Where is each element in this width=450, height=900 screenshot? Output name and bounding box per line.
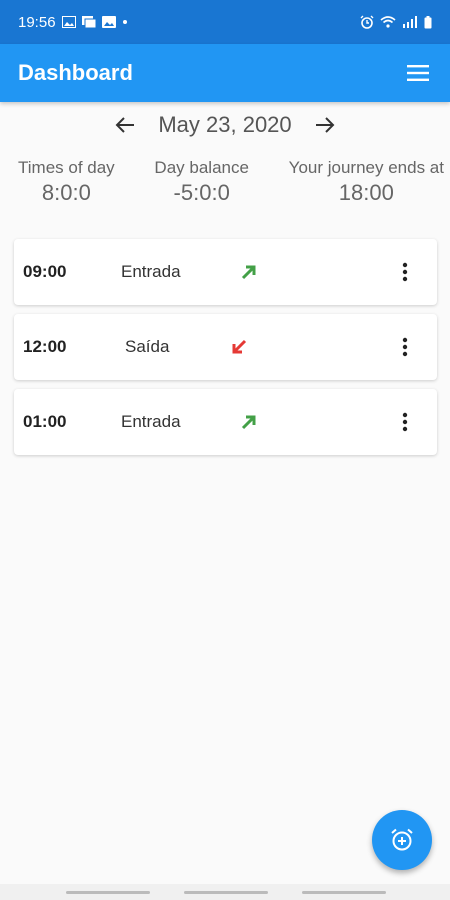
more-options-button[interactable] [395,333,415,361]
record-type: Entrada [121,412,181,431]
arrow-left-icon [115,117,135,133]
more-options-button[interactable] [395,258,415,286]
summary-value: -5:0:0 [173,180,230,205]
arrow-up-right-icon [241,265,256,280]
more-vert-icon [402,337,408,357]
add-record-fab[interactable] [372,810,432,870]
nav-back[interactable] [302,891,386,894]
record-time: 12:00 [23,337,67,356]
nav-home[interactable] [184,891,268,894]
wifi-icon [380,16,396,28]
more-vert-icon [402,262,408,282]
app-bar: Dashboard [0,44,450,102]
battery-icon [424,15,432,29]
record-card[interactable]: 01:00 Entrada [14,389,437,455]
date-navigation: May 23, 2020 [0,104,450,146]
more-options-button[interactable] [395,408,415,436]
signal-icon [402,16,418,28]
image-icon [61,16,76,28]
status-time: 19:56 [18,13,56,31]
summary-label: Your journey ends at [288,158,444,177]
page-title: Dashboard [18,60,133,85]
record-type: Entrada [121,262,181,281]
current-date: May 23, 2020 [158,112,292,137]
record-time: 09:00 [23,262,67,281]
record-card[interactable]: 09:00 Entrada [14,239,437,305]
menu-button[interactable] [404,59,432,87]
summary-journey-ends: Your journey ends at 18:00 [289,158,444,214]
dot-icon [122,19,128,25]
system-nav-bar [0,884,450,900]
status-bar: 19:56 [0,0,450,44]
summary-day-balance: Day balance -5:0:0 [154,158,249,214]
arrow-right-icon [315,117,335,133]
arrow-up-right-icon [241,415,256,430]
nav-recent-apps[interactable] [66,891,150,894]
status-left: 19:56 [18,14,128,31]
record-type: Saída [125,337,170,356]
summary-times-of-day: Times of day 8:0:0 [18,158,115,214]
summary-label: Day balance [154,158,249,177]
summary-value: 18:00 [338,180,394,205]
record-time: 01:00 [23,412,67,431]
alarm-icon [360,15,374,29]
previous-day-button[interactable] [110,110,140,140]
summary-value: 8:0:0 [41,180,91,205]
summary-label: Times of day [18,158,115,177]
photo-icon [101,16,116,28]
arrow-down-left-icon [232,339,247,354]
more-vert-icon [402,412,408,432]
day-summary: Times of day 8:0:0 Day balance -5:0:0 Yo… [0,158,450,214]
messages-icon [81,16,96,28]
record-card[interactable]: 12:00 Saída [14,314,437,380]
add-alarm-icon [391,828,413,851]
status-right [360,15,432,29]
next-day-button[interactable] [310,110,340,140]
hamburger-menu-icon [407,65,429,81]
